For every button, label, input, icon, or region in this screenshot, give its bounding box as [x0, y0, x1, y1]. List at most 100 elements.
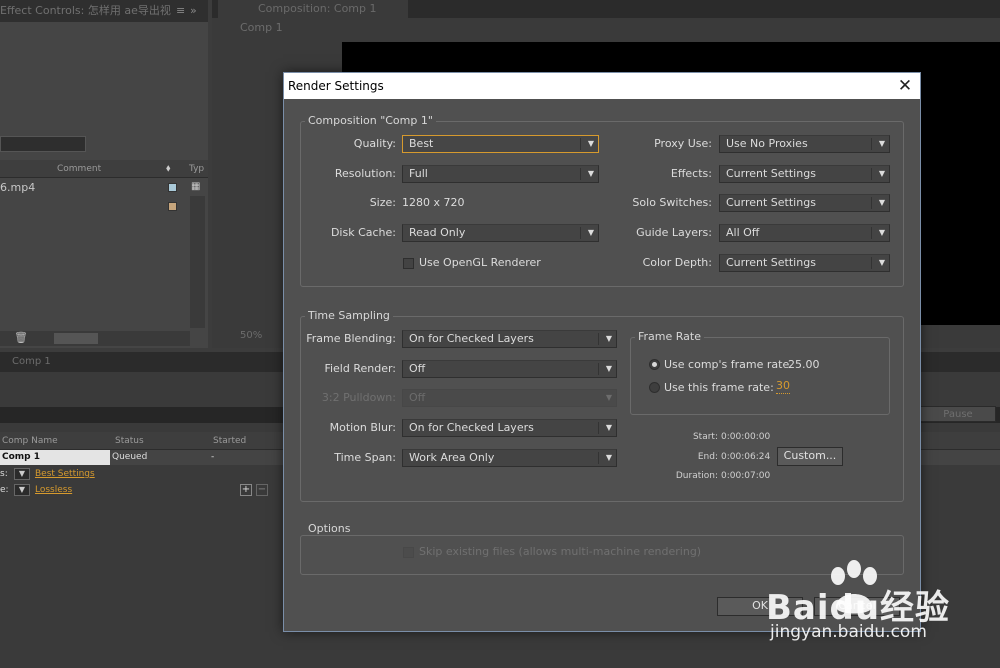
chevron-down-icon: ▼: [878, 228, 885, 237]
render-settings-link[interactable]: Best Settings: [35, 466, 95, 482]
custom-frame-rate-input[interactable]: 30: [776, 379, 790, 394]
resolution-dropdown[interactable]: Full ▼: [402, 165, 599, 183]
chevron-down-icon: ▼: [587, 228, 594, 237]
motion-blur-value: On for Checked Layers: [409, 421, 534, 434]
chevron-down-icon: ▼: [605, 393, 612, 402]
field-render-value: Off: [409, 362, 426, 375]
output-module-row: e:: [0, 482, 9, 498]
chevron-down-icon: ▼: [605, 334, 612, 343]
use-opengl-label[interactable]: Use OpenGL Renderer: [419, 254, 541, 272]
color-depth-dropdown[interactable]: Current Settings ▼: [719, 254, 890, 272]
composition-tab[interactable]: Composition: Comp 1: [218, 0, 408, 18]
composition-group-title: Composition "Comp 1": [305, 114, 436, 127]
proxy-use-dropdown[interactable]: Use No Proxies ▼: [719, 135, 890, 153]
panel-close-icon[interactable]: »: [190, 0, 197, 22]
close-icon[interactable]: ✕: [890, 73, 920, 99]
chevron-down-icon: ▼: [605, 364, 612, 373]
label-color-swatch[interactable]: [168, 202, 177, 211]
time-span-label: Time Span:: [334, 451, 396, 464]
skip-existing-label: Skip existing files (allows multi-machin…: [419, 545, 702, 558]
end-label: End:: [697, 452, 718, 462]
use-opengl-checkbox[interactable]: [403, 258, 414, 269]
render-settings-row: s:: [0, 466, 8, 482]
guide-layers-label: Guide Layers:: [636, 226, 712, 239]
effects-dropdown[interactable]: Current Settings ▼: [719, 165, 890, 183]
project-search-input[interactable]: [0, 136, 86, 152]
panel-menu-icon[interactable]: ≡: [176, 0, 185, 22]
field-render-label: Field Render:: [324, 362, 396, 375]
frame-blending-dropdown[interactable]: On for Checked Layers ▼: [402, 330, 617, 348]
time-sampling-title: Time Sampling: [305, 309, 393, 322]
label-color-swatch[interactable]: [168, 183, 177, 192]
output-module-dropdown[interactable]: ▼: [14, 484, 30, 496]
frame-rate-group: [630, 337, 890, 415]
project-item[interactable]: 6.mp4: [0, 179, 188, 196]
horizontal-scroll-thumb[interactable]: [54, 333, 98, 344]
render-comp-name: Comp 1: [0, 450, 110, 465]
dialog-titlebar[interactable]: Render Settings ✕: [284, 73, 920, 99]
effect-controls-header: Effect Controls: 怎样用 ae导出视 ≡ »: [0, 0, 208, 22]
project-scrollbar[interactable]: [190, 196, 205, 328]
pause-button[interactable]: Pause: [920, 406, 996, 422]
motion-blur-label: Motion Blur:: [329, 421, 396, 434]
composition-tab-label: Composition: Comp 1: [258, 2, 377, 15]
options-title: Options: [305, 522, 354, 535]
dropdown-separator: [598, 422, 599, 434]
chevron-down-icon: ▼: [878, 198, 885, 207]
use-comp-frame-rate-radio[interactable]: [649, 359, 660, 370]
viewer-zoom[interactable]: 50%: [240, 330, 262, 341]
dropdown-separator: [598, 363, 599, 375]
comment-column[interactable]: Comment: [57, 160, 101, 178]
render-settings-dropdown[interactable]: ▼: [14, 468, 30, 480]
footage-icon: ▦: [191, 181, 201, 192]
remove-output-icon[interactable]: −: [256, 484, 268, 496]
project-footer: 🗑: [0, 331, 190, 346]
output-module-link[interactable]: Lossless: [35, 482, 72, 498]
chevron-down-icon: ▼: [605, 453, 612, 462]
chevron-down-icon: ▼: [605, 423, 612, 432]
dropdown-separator: [580, 227, 581, 239]
dialog-title: Render Settings: [288, 79, 384, 93]
field-render-dropdown[interactable]: Off ▼: [402, 360, 617, 378]
start-label: Start:: [692, 432, 718, 442]
comp-name-column[interactable]: Comp Name: [2, 432, 58, 450]
effects-value: Current Settings: [726, 167, 816, 180]
quality-label: Quality:: [353, 137, 396, 150]
render-status: Queued: [112, 452, 148, 462]
dropdown-separator: [871, 257, 872, 269]
chevron-down-icon: ▼: [878, 169, 885, 178]
type-column[interactable]: Typ: [189, 160, 204, 178]
time-span-dropdown[interactable]: Work Area Only ▼: [402, 449, 617, 467]
use-this-frame-rate-label[interactable]: Use this frame rate:: [664, 379, 774, 397]
composition-breadcrumb[interactable]: Comp 1: [240, 21, 283, 34]
status-column[interactable]: Status: [115, 432, 144, 450]
watermark-url: jingyan.baidu.com: [770, 622, 927, 642]
motion-blur-dropdown[interactable]: On for Checked Layers ▼: [402, 419, 617, 437]
frame-rate-title: Frame Rate: [635, 330, 704, 343]
use-comp-frame-rate-label[interactable]: Use comp's frame rate: [664, 356, 789, 374]
effect-controls-tab[interactable]: Effect Controls: 怎样用 ae导出视: [0, 0, 171, 22]
solo-switches-dropdown[interactable]: Current Settings ▼: [719, 194, 890, 212]
dropdown-separator: [871, 197, 872, 209]
quality-dropdown[interactable]: Best ▼: [402, 135, 599, 153]
dropdown-separator: [871, 168, 872, 180]
use-this-frame-rate-radio[interactable]: [649, 382, 660, 393]
quality-value: Best: [409, 137, 434, 150]
output-module-label: e:: [0, 485, 9, 495]
resolution-value: Full: [409, 167, 428, 180]
pulldown-dropdown: Off ▼: [402, 389, 617, 407]
timeline-tab[interactable]: Comp 1: [12, 352, 51, 372]
end-value: 0:00:06:24: [721, 452, 771, 462]
render-settings-label: s:: [0, 469, 8, 479]
guide-layers-dropdown[interactable]: All Off ▼: [719, 224, 890, 242]
composition-header: Composition: Comp 1: [212, 0, 1000, 18]
dropdown-separator: [580, 168, 581, 180]
guide-layers-value: All Off: [726, 226, 760, 239]
started-column[interactable]: Started: [213, 432, 246, 450]
color-depth-label: Color Depth:: [642, 256, 712, 269]
custom-button[interactable]: Custom...: [777, 447, 843, 466]
disk-cache-dropdown[interactable]: Read Only ▼: [402, 224, 599, 242]
add-output-icon[interactable]: +: [240, 484, 252, 496]
disk-cache-value: Read Only: [409, 226, 466, 239]
trash-icon[interactable]: 🗑: [14, 331, 28, 344]
